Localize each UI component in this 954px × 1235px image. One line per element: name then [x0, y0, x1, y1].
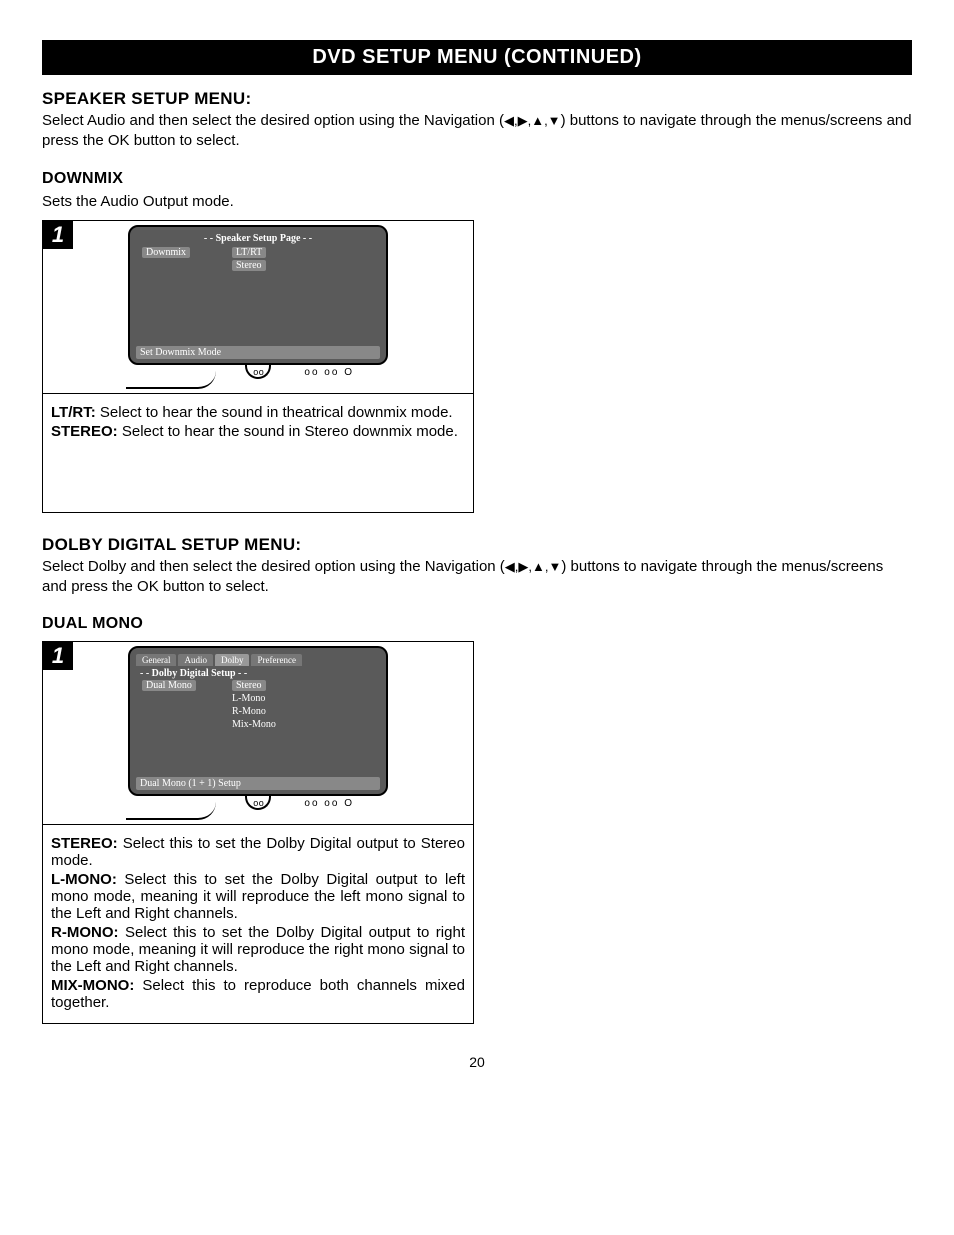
- tv-graphic: General Audio Dolby Preference - - Dolby…: [43, 642, 473, 824]
- tab-preference: Preference: [251, 654, 301, 666]
- tv-base: o o oo oo O: [128, 365, 388, 393]
- term-rmono: R-MONO:: [51, 924, 119, 941]
- tv-neck-dots-icon: o o: [253, 798, 263, 808]
- speaker-intro-a: Select Audio and then select the desired…: [42, 112, 504, 129]
- tab-general: General: [136, 654, 176, 666]
- tv-screen: - - Speaker Setup Page - - Downmix LT/RT…: [128, 225, 388, 365]
- desc-ltrt: Select to hear the sound in theatrical d…: [96, 404, 453, 421]
- desc-stereo: Select to hear the sound in Stereo downm…: [118, 423, 458, 440]
- menu-option-lmono: L-Mono: [226, 692, 271, 705]
- term-ltrt: LT/RT:: [51, 404, 96, 421]
- downmix-heading: DOWNMIX: [42, 170, 912, 188]
- tv-indicator-dots-icon: oo oo O: [304, 367, 354, 378]
- tv-screen: General Audio Dolby Preference - - Dolby…: [128, 646, 388, 796]
- menu-option-stereo: Stereo: [232, 680, 266, 691]
- menu-option-rmono: R-Mono: [226, 705, 272, 718]
- nav-arrows-icon: ◀,▶,▲,▼: [504, 113, 561, 128]
- screen-footer: Dual Mono (1 + 1) Setup: [136, 777, 380, 790]
- speaker-setup-intro: Select Audio and then select the desired…: [42, 111, 912, 152]
- menu-item-downmix: Downmix: [142, 247, 190, 258]
- menu-option-mixmono: Mix-Mono: [226, 718, 282, 731]
- tv-base: o o oo oo O: [128, 796, 388, 824]
- screen-title: - - Speaker Setup Page - -: [136, 233, 380, 244]
- term-stereo: STEREO:: [51, 423, 118, 440]
- dolby-intro-a: Select Dolby and then select the desired…: [42, 558, 505, 575]
- step-badge: 1: [43, 221, 73, 249]
- dualmono-heading: DUAL MONO: [42, 615, 912, 633]
- menu-option-ltrt: LT/RT: [232, 247, 266, 258]
- menu-item-dualmono: Dual Mono: [142, 680, 196, 691]
- page-title-bar: DVD SETUP MENU (CONTINUED): [42, 40, 912, 75]
- screen-title: - - Dolby Digital Setup - -: [136, 668, 380, 679]
- screen-footer: Set Downmix Mode: [136, 346, 380, 359]
- tv-neck-dots-icon: o o: [253, 367, 263, 377]
- dualmono-panel: 1 General Audio Dolby Preference - - Dol…: [42, 641, 474, 1024]
- term-stereo: STEREO:: [51, 835, 118, 852]
- dolby-setup-intro: Select Dolby and then select the desired…: [42, 557, 912, 598]
- term-mixmono: MIX-MONO:: [51, 977, 134, 994]
- tabs-row: General Audio Dolby Preference: [136, 654, 380, 666]
- page-number: 20: [42, 1054, 912, 1070]
- tv-graphic: - - Speaker Setup Page - - Downmix LT/RT…: [43, 221, 473, 393]
- term-lmono: L-MONO:: [51, 871, 117, 888]
- dolby-setup-heading: DOLBY DIGITAL SETUP MENU:: [42, 535, 912, 555]
- tv-indicator-dots-icon: oo oo O: [304, 798, 354, 809]
- downmix-panel: 1 - - Speaker Setup Page - - Downmix LT/…: [42, 220, 474, 513]
- tab-audio: Audio: [178, 654, 213, 666]
- nav-arrows-icon: ◀,▶,▲,▼: [505, 559, 562, 574]
- menu-option-stereo: Stereo: [232, 260, 266, 271]
- step-badge: 1: [43, 642, 73, 670]
- tab-dolby: Dolby: [215, 654, 250, 666]
- downmix-description: LT/RT: Select to hear the sound in theat…: [43, 393, 473, 512]
- speaker-setup-heading: SPEAKER SETUP MENU:: [42, 89, 912, 109]
- downmix-intro: Sets the Audio Output mode.: [42, 192, 912, 212]
- dualmono-description: STEREO: Select this to set the Dolby Dig…: [43, 824, 473, 1023]
